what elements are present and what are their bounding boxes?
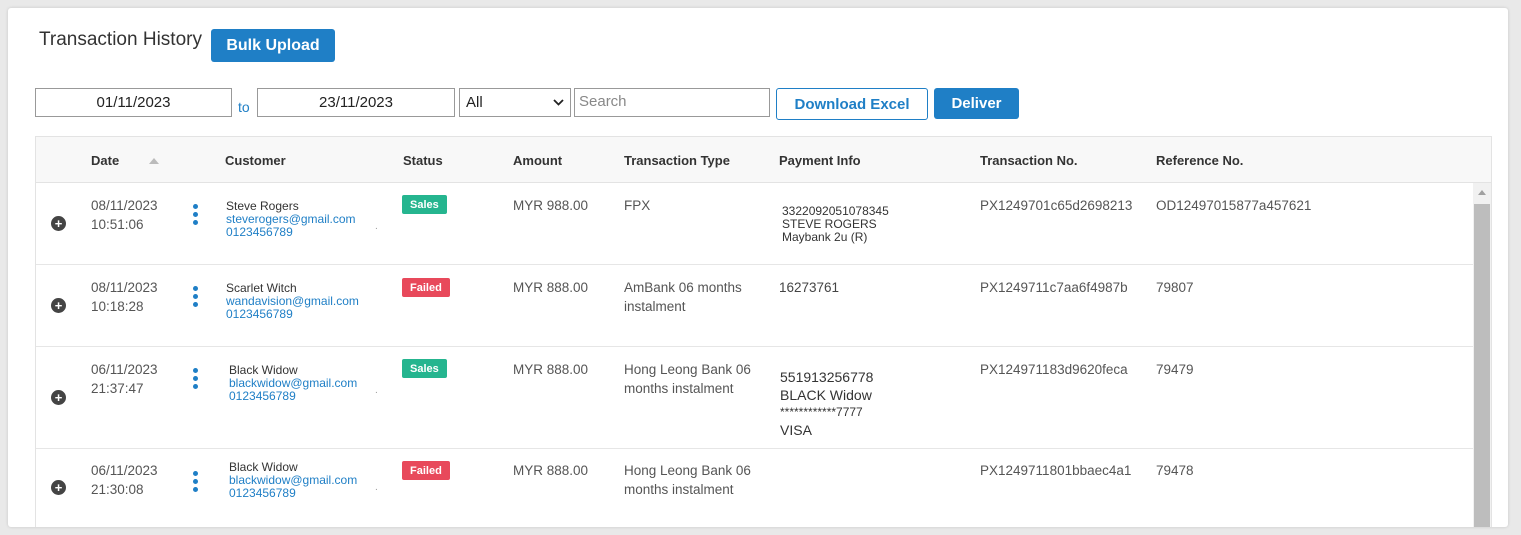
row-date: 06/11/2023 21:37:47 <box>91 360 158 398</box>
customer-info: Scarlet Witch wandavision@gmail.com 0123… <box>226 282 359 321</box>
transaction-type-line: FPX <box>624 198 651 213</box>
row-payment-info: 16273761 <box>779 280 840 295</box>
row-reference-no: OD12497015877a457621 <box>1156 198 1312 213</box>
date-range-to-label: to <box>238 99 250 115</box>
customer-phone[interactable]: 0123456789 <box>229 487 357 500</box>
vertical-dots-icon[interactable] <box>193 204 199 228</box>
vertical-dots-icon[interactable] <box>193 286 199 310</box>
row-date: 06/11/2023 21:30:08 <box>91 461 158 499</box>
row-amount: MYR 888.00 <box>513 280 589 295</box>
vertical-scrollbar[interactable] <box>1473 183 1491 527</box>
customer-phone[interactable]: 0123456789 <box>226 226 356 239</box>
row-transaction-type: Hong Leong Bank 06 months instalment <box>624 360 751 398</box>
table-row: + 08/11/2023 10:18:28 Scarlet Witch wand… <box>36 265 1473 347</box>
download-excel-button[interactable]: Download Excel <box>776 88 928 120</box>
row-amount: MYR 888.00 <box>513 463 589 478</box>
scroll-up-arrow-icon[interactable] <box>1478 190 1486 195</box>
customer-info: Black Widow blackwidow@gmail.com 0123456… <box>229 364 357 403</box>
vertical-dots-icon[interactable] <box>193 368 199 392</box>
payment-info-line: ************7777 <box>780 405 863 419</box>
transaction-type-line: instalment <box>624 299 686 314</box>
plus-circle-icon[interactable]: + <box>51 390 66 405</box>
row-transaction-no: PX124971183d9620feca <box>980 362 1128 377</box>
row-date: 08/11/2023 10:51:06 <box>91 196 158 234</box>
scrollbar-thumb[interactable] <box>1474 204 1490 527</box>
separator-dot: . <box>375 482 378 493</box>
row-transaction-type: FPX <box>624 196 650 215</box>
column-header-transaction-type[interactable]: Transaction Type <box>624 153 730 168</box>
row-date-day: 08/11/2023 <box>91 198 158 213</box>
payment-info-line: 551913256778 <box>780 369 874 385</box>
payment-info-line: VISA <box>780 421 812 438</box>
date-from-input[interactable]: 01/11/2023 <box>35 88 232 117</box>
row-date-day: 08/11/2023 <box>91 280 158 295</box>
row-transaction-no: PX1249711c7aa6f4987b <box>980 280 1128 295</box>
payment-info-line: BLACK Widow <box>780 386 872 403</box>
column-header-status[interactable]: Status <box>403 153 443 168</box>
separator-dot: . <box>375 385 378 396</box>
customer-info: Steve Rogers steverogers@gmail.com 01234… <box>226 200 356 239</box>
vertical-dots-icon[interactable] <box>193 471 199 495</box>
transaction-type-line: Hong Leong Bank 06 <box>624 362 751 377</box>
status-badge: Sales <box>402 195 447 214</box>
row-transaction-type: Hong Leong Bank 06 months instalment <box>624 461 751 499</box>
customer-info: Black Widow blackwidow@gmail.com 0123456… <box>229 461 357 500</box>
row-reference-no: 79479 <box>1156 362 1194 377</box>
table-row: + 06/11/2023 21:37:47 Black Widow blackw… <box>36 347 1473 449</box>
row-reference-no: 79478 <box>1156 463 1194 478</box>
transaction-type-line: months instalment <box>624 482 734 497</box>
row-amount: MYR 888.00 <box>513 362 589 377</box>
deliver-button[interactable]: Deliver <box>934 88 1019 119</box>
column-header-transaction-no[interactable]: Transaction No. <box>980 153 1078 168</box>
row-transaction-no: PX1249711801bbaec4a1 <box>980 463 1132 478</box>
column-header-date[interactable]: Date <box>91 153 119 168</box>
transaction-type-line: AmBank 06 months <box>624 280 742 295</box>
plus-circle-icon[interactable]: + <box>51 216 66 231</box>
status-badge: Failed <box>402 461 450 480</box>
row-transaction-type: AmBank 06 months instalment <box>624 278 742 316</box>
table-header: Date Customer Status Amount Transaction … <box>36 137 1491 183</box>
plus-circle-icon[interactable]: + <box>51 298 66 313</box>
row-date-time: 10:51:06 <box>91 217 144 232</box>
customer-phone[interactable]: 0123456789 <box>229 390 357 403</box>
row-date-time: 10:18:28 <box>91 299 144 314</box>
status-badge: Sales <box>402 359 447 378</box>
bulk-upload-button[interactable]: Bulk Upload <box>211 29 335 62</box>
payment-info-line: Maybank 2u (R) <box>782 230 868 244</box>
column-header-amount[interactable]: Amount <box>513 153 562 168</box>
sort-asc-icon[interactable] <box>149 158 159 164</box>
status-select[interactable]: All <box>459 88 571 117</box>
row-amount: MYR 988.00 <box>513 198 589 213</box>
row-payment-info: 3322092051078345 STEVE ROGERS Maybank 2u… <box>782 205 889 244</box>
row-payment-info: 551913256778 BLACK Widow ************777… <box>780 369 873 439</box>
customer-phone[interactable]: 0123456789 <box>226 308 359 321</box>
column-header-reference-no[interactable]: Reference No. <box>1156 153 1243 168</box>
search-input[interactable]: Search <box>574 88 770 117</box>
row-reference-no: 79807 <box>1156 280 1194 295</box>
table-row: + 06/11/2023 21:30:08 Black Widow blackw… <box>36 449 1473 527</box>
row-date-day: 06/11/2023 <box>91 362 158 377</box>
separator-dot: . <box>375 221 378 232</box>
transaction-type-line: Hong Leong Bank 06 <box>624 463 751 478</box>
date-to-input[interactable]: 23/11/2023 <box>257 88 455 117</box>
status-badge: Failed <box>402 278 450 297</box>
transaction-type-line: months instalment <box>624 381 734 396</box>
row-date: 08/11/2023 10:18:28 <box>91 278 158 316</box>
row-date-time: 21:30:08 <box>91 482 144 497</box>
column-header-customer[interactable]: Customer <box>225 153 286 168</box>
page-title: Transaction History <box>39 29 202 50</box>
row-date-time: 21:37:47 <box>91 381 144 396</box>
column-header-payment-info[interactable]: Payment Info <box>779 153 861 168</box>
status-select-value: All <box>466 94 483 111</box>
chevron-down-icon <box>553 97 564 109</box>
table-row: + 08/11/2023 10:51:06 Steve Rogers steve… <box>36 183 1473 265</box>
row-transaction-no: PX1249701c65d2698213 <box>980 198 1133 213</box>
transactions-table: Date Customer Status Amount Transaction … <box>35 136 1492 527</box>
plus-circle-icon[interactable]: + <box>51 480 66 495</box>
transaction-history-card: Transaction History Bulk Upload 01/11/20… <box>8 8 1508 527</box>
row-date-day: 06/11/2023 <box>91 463 158 478</box>
